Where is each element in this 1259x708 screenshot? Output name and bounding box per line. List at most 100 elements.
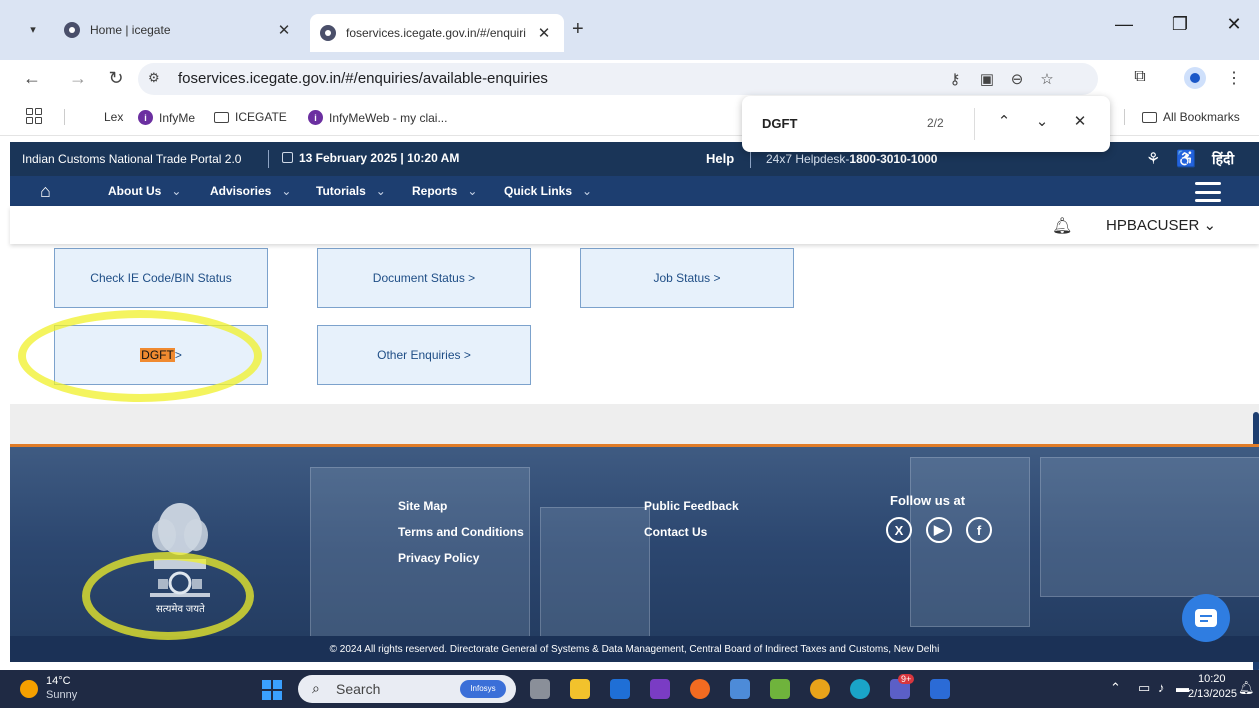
- footer-link-terms[interactable]: Terms and Conditions: [398, 525, 524, 539]
- hindi-language-link[interactable]: हिंदी: [1212, 150, 1234, 169]
- dgft-card[interactable]: DGFT >: [54, 325, 268, 385]
- apps-grid-icon[interactable]: [26, 108, 42, 124]
- tray-chevron-up-icon[interactable]: ⌃: [1110, 680, 1121, 696]
- bookmark-label: InfyMeWeb - my clai...: [329, 110, 448, 125]
- content-divider: [10, 404, 1259, 444]
- new-tab-button[interactable]: +: [572, 18, 584, 41]
- zoom-icon[interactable]: ⊖: [1006, 70, 1028, 88]
- user-menu[interactable]: HPBACUSER ⌄: [1106, 216, 1216, 234]
- find-in-page-bar: DGFT 2/2 ⌃ ⌄ ✕: [742, 96, 1110, 152]
- chrome-icon[interactable]: [810, 679, 830, 699]
- home-icon[interactable]: ⌂: [40, 181, 51, 202]
- find-previous-icon[interactable]: ⌃: [992, 112, 1016, 130]
- back-arrow-icon[interactable]: ←: [20, 68, 44, 89]
- chevron-down-icon: ⌄: [582, 184, 593, 198]
- accessibility-icon[interactable]: ♿: [1176, 149, 1196, 169]
- find-in-page-icon[interactable]: ▣: [976, 70, 998, 88]
- onenote-icon[interactable]: [650, 679, 670, 699]
- address-bar[interactable]: ⚙ foservices.icegate.gov.in/#/enquiries/…: [138, 63, 1098, 95]
- icegate-favicon-icon: [64, 22, 80, 38]
- sitemap-icon[interactable]: ⚘: [1146, 149, 1160, 169]
- tab-title: Home | icegate: [90, 23, 171, 37]
- footer-link-contact-us[interactable]: Contact Us: [644, 525, 707, 539]
- container-background: [540, 507, 650, 637]
- restore-button[interactable]: ❐: [1160, 14, 1200, 35]
- tab-search-chevron-icon[interactable]: ▾: [22, 18, 44, 40]
- weather-condition[interactable]: Sunny: [46, 689, 77, 701]
- nav-about-us[interactable]: About Us ⌄: [108, 184, 181, 198]
- nav-tutorials[interactable]: Tutorials ⌄: [316, 184, 386, 198]
- weather-temperature[interactable]: 14°C: [46, 675, 71, 687]
- bookmark-infyme[interactable]: i InfyMe: [138, 110, 195, 125]
- nav-reports[interactable]: Reports ⌄: [412, 184, 477, 198]
- file-explorer-icon[interactable]: [570, 679, 590, 699]
- portal-name: Indian Customs National Trade Portal 2.0: [22, 152, 242, 166]
- chevron-down-icon: ⌄: [375, 184, 386, 198]
- folder-icon: [214, 111, 229, 123]
- notification-bell-icon[interactable]: 🔔︎: [1238, 680, 1255, 696]
- bookmark-icegate-folder[interactable]: ICEGATE: [214, 110, 287, 124]
- taskbar-search[interactable]: ⌕ Search Infosys: [298, 675, 516, 703]
- notification-bell-icon[interactable]: 🔔︎: [1052, 216, 1072, 236]
- portal-date: 13 February 2025 | 10:20 AM: [282, 151, 459, 165]
- notes-app-icon[interactable]: [730, 679, 750, 699]
- chat-support-button[interactable]: [1182, 594, 1230, 642]
- outlook-icon[interactable]: [610, 679, 630, 699]
- help-link[interactable]: Help: [706, 151, 734, 166]
- word-icon[interactable]: [930, 679, 950, 699]
- youtube-icon[interactable]: ▶: [926, 517, 952, 543]
- tab-title: foservices.icegate.gov.in/#/enquiri: [346, 26, 526, 40]
- search-label: Search: [336, 681, 381, 697]
- nav-advisories[interactable]: Advisories ⌄: [210, 184, 291, 198]
- folder-icon: [1142, 111, 1157, 123]
- footer-link-site-map[interactable]: Site Map: [398, 499, 447, 513]
- find-input[interactable]: DGFT: [762, 116, 797, 131]
- job-status-card[interactable]: Job Status >: [580, 248, 794, 308]
- bookmark-lex[interactable]: Lex: [104, 110, 123, 124]
- icegate-favicon-icon: [320, 25, 336, 41]
- sun-icon[interactable]: [20, 680, 38, 698]
- task-view-icon[interactable]: [530, 679, 550, 699]
- editor-app-icon[interactable]: [770, 679, 790, 699]
- search-icon: ⌕: [312, 680, 320, 696]
- main-nav-bar: ⌂ About Us ⌄ Advisories ⌄ Tutorials ⌄ Repor…: [10, 176, 1259, 206]
- other-enquiries-card[interactable]: Other Enquiries >: [317, 325, 531, 385]
- nav-quick-links[interactable]: Quick Links ⌄: [504, 184, 592, 198]
- close-window-button[interactable]: ✕: [1214, 14, 1254, 35]
- compass-app-icon[interactable]: [690, 679, 710, 699]
- footer-link-public-feedback[interactable]: Public Feedback: [644, 499, 739, 513]
- volume-icon[interactable]: ♪: [1158, 680, 1165, 695]
- footer-link-privacy[interactable]: Privacy Policy: [398, 551, 479, 565]
- find-match-count: 2/2: [927, 116, 944, 130]
- clock-date[interactable]: 2/13/2025: [1188, 688, 1237, 700]
- all-bookmarks-label: All Bookmarks: [1163, 110, 1240, 124]
- edge-icon[interactable]: [850, 679, 870, 699]
- site-info-icon[interactable]: ⚙: [148, 70, 160, 86]
- tab-home-icegate[interactable]: Home | icegate ✕: [54, 12, 304, 48]
- password-key-icon[interactable]: ⚷: [944, 70, 966, 88]
- close-tab-icon[interactable]: ✕: [274, 21, 294, 39]
- tab-foservices[interactable]: foservices.icegate.gov.in/#/enquiri ✕: [310, 14, 564, 52]
- browser-menu-icon[interactable]: ⋮: [1222, 68, 1246, 88]
- minimize-button[interactable]: —: [1104, 14, 1144, 35]
- bookmark-star-icon[interactable]: ☆: [1036, 70, 1058, 88]
- windows-start-icon[interactable]: [262, 680, 282, 700]
- infy-icon: i: [138, 110, 153, 125]
- reload-icon[interactable]: ↻: [104, 68, 128, 89]
- network-icon[interactable]: ▭: [1138, 680, 1150, 696]
- extensions-icon[interactable]: ⧉: [1128, 68, 1152, 86]
- bookmark-infymeweb[interactable]: i InfyMeWeb - my clai...: [308, 110, 447, 125]
- hamburger-menu-icon[interactable]: [1195, 182, 1221, 202]
- url-text[interactable]: foservices.icegate.gov.in/#/enquiries/av…: [178, 70, 548, 87]
- x-twitter-icon[interactable]: X: [886, 517, 912, 543]
- check-ie-code-card[interactable]: Check IE Code/BIN Status: [54, 248, 268, 308]
- document-status-card[interactable]: Document Status >: [317, 248, 531, 308]
- all-bookmarks[interactable]: All Bookmarks: [1142, 110, 1240, 124]
- find-close-icon[interactable]: ✕: [1068, 112, 1092, 130]
- close-tab-icon[interactable]: ✕: [534, 24, 554, 42]
- profile-avatar[interactable]: [1184, 67, 1206, 89]
- facebook-icon[interactable]: f: [966, 517, 992, 543]
- forward-arrow-icon[interactable]: →: [66, 68, 90, 89]
- find-next-icon[interactable]: ⌄: [1030, 112, 1054, 130]
- clock-time[interactable]: 10:20: [1198, 673, 1226, 685]
